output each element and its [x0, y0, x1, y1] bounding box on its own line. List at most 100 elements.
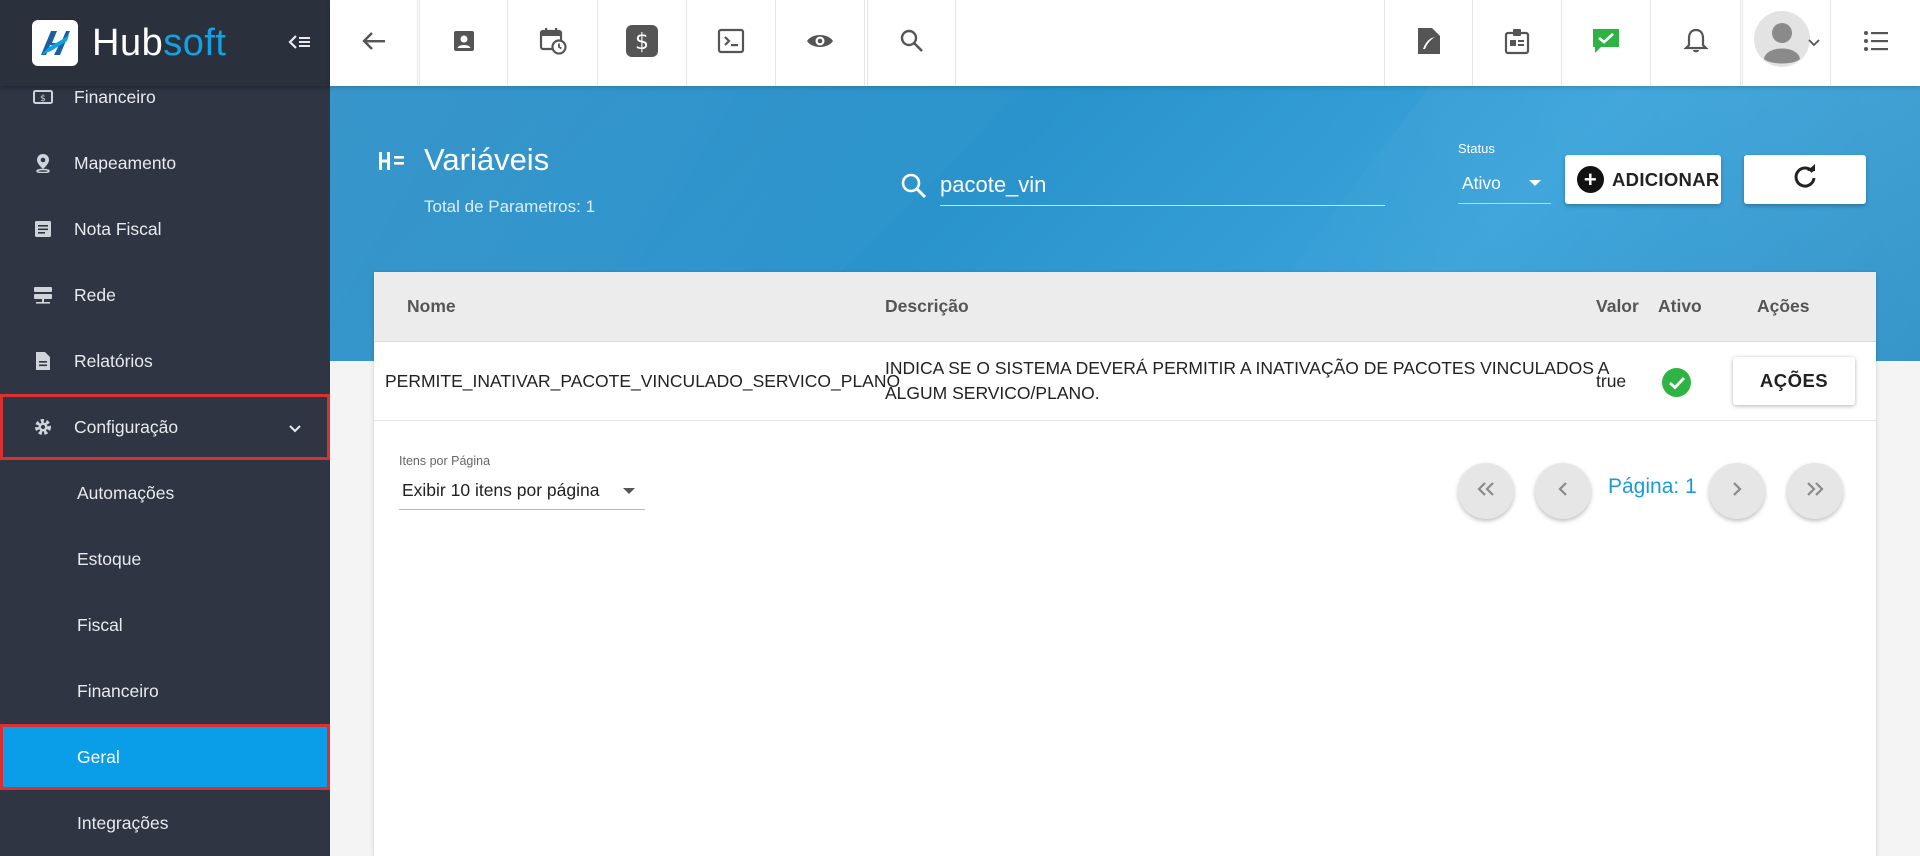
- chat-button[interactable]: [1562, 0, 1651, 86]
- current-page-label: Página: 1: [1608, 475, 1697, 498]
- search-field: [900, 164, 1385, 212]
- search-input[interactable]: [940, 164, 1385, 206]
- refresh-icon: [1792, 164, 1818, 195]
- document-icon: [32, 350, 54, 372]
- sidebar-subitem-financeiro[interactable]: Financeiro: [0, 658, 330, 724]
- sidebar-subitem-automacoes[interactable]: Automações: [0, 460, 330, 526]
- table-header: Nome Descrição Valor Ativo Ações: [374, 272, 1876, 342]
- contacts-button[interactable]: [419, 0, 508, 86]
- sidebar-item-relatorios[interactable]: Relatórios: [0, 328, 330, 394]
- sidebar-item-label: Rede: [74, 284, 116, 305]
- terminal-icon: [717, 28, 745, 59]
- menu-button[interactable]: [1831, 0, 1920, 86]
- receipt-icon: [32, 218, 54, 240]
- double-chevron-left-icon: [1475, 481, 1497, 502]
- sidebar-item-label: Financeiro: [74, 86, 156, 107]
- money-icon: $: [32, 86, 54, 108]
- sidebar-item-mapeamento[interactable]: Mapeamento: [0, 130, 330, 196]
- billing-button[interactable]: $: [598, 0, 687, 86]
- avatar: [1753, 10, 1812, 76]
- sidebar-subitem-geral[interactable]: Geral: [0, 724, 330, 790]
- sidebar-item-rede[interactable]: Rede: [0, 262, 330, 328]
- column-header-nome[interactable]: Nome: [407, 296, 456, 317]
- sidebar-menu: $ Financeiro Mapeamento Nota Fiscal Rede: [0, 64, 330, 856]
- gear-icon: [32, 416, 54, 438]
- variables-icon: [378, 150, 406, 178]
- sidebar-subitem-estoque[interactable]: Estoque: [0, 526, 330, 592]
- total-parameters: Total de Parametros: 1: [424, 197, 596, 216]
- collapse-sidebar-icon[interactable]: [286, 28, 314, 56]
- top-bar: $: [330, 0, 1920, 86]
- status-select[interactable]: Ativo: [1458, 164, 1551, 204]
- dollar-icon: $: [626, 24, 658, 62]
- items-per-page-select[interactable]: Exibir 10 itens por página: [399, 472, 645, 510]
- search-icon: [900, 172, 928, 205]
- sidebar-item-label: Relatórios: [74, 350, 153, 371]
- status-value: Ativo: [1462, 173, 1501, 193]
- sidebar-item-label: Configuração: [74, 416, 179, 437]
- items-per-page-value: Exibir 10 itens por página: [402, 480, 600, 500]
- page-title: Variáveis: [424, 142, 550, 177]
- add-button[interactable]: + ADICIONAR: [1565, 155, 1721, 204]
- cell-descricao-line: INDICA SE O SISTEMA DEVERÁ PERMITIR A IN…: [885, 358, 1610, 378]
- view-button[interactable]: [776, 0, 865, 86]
- contact-card-icon: [452, 29, 476, 58]
- chat-check-icon: [1591, 27, 1621, 60]
- eye-icon: [805, 31, 835, 56]
- hubsoft-logo: [32, 20, 78, 66]
- search-button[interactable]: [867, 0, 956, 86]
- prev-page-button[interactable]: [1535, 463, 1591, 519]
- list-menu-icon: [1863, 30, 1889, 57]
- cell-valor: true: [1596, 371, 1627, 391]
- calendar-clock-icon: [539, 27, 567, 60]
- user-menu-button[interactable]: [1742, 0, 1831, 86]
- sidebar-item-label: Mapeamento: [74, 152, 177, 173]
- active-check-icon: [1662, 368, 1691, 397]
- double-chevron-right-icon: [1804, 481, 1826, 502]
- actions-button[interactable]: AÇÕES: [1733, 357, 1855, 405]
- pdf-icon: [1417, 27, 1441, 60]
- sidebar-item-nota-fiscal[interactable]: Nota Fiscal: [0, 196, 330, 262]
- terminal-button[interactable]: [687, 0, 776, 86]
- first-page-button[interactable]: [1458, 463, 1514, 519]
- back-button[interactable]: [330, 0, 418, 86]
- arrow-left-icon: [361, 30, 387, 57]
- add-button-label: ADICIONAR: [1612, 168, 1720, 190]
- chevron-down-icon: [288, 418, 302, 439]
- column-header-acoes: Ações: [1757, 296, 1810, 316]
- bell-icon: [1682, 27, 1709, 60]
- sidebar-subitem-fiscal[interactable]: Fiscal: [0, 592, 330, 658]
- brand-name-part1: Hub: [92, 21, 164, 64]
- badge-button[interactable]: [1473, 0, 1562, 86]
- server-icon: [32, 284, 54, 306]
- last-page-button[interactable]: [1787, 463, 1843, 519]
- map-pin-icon: [32, 152, 54, 174]
- column-header-valor[interactable]: Valor: [1596, 296, 1639, 317]
- column-header-descricao[interactable]: Descrição: [885, 296, 969, 317]
- schedule-button[interactable]: [508, 0, 598, 86]
- brand-name: Hubsoft: [92, 22, 226, 65]
- chevron-down-icon: [1807, 34, 1820, 52]
- chevron-right-icon: [1731, 481, 1743, 502]
- svg-text:$: $: [635, 30, 649, 55]
- notifications-button[interactable]: [1651, 0, 1741, 86]
- sidebar-item-configuracao[interactable]: Configuração: [0, 394, 330, 460]
- chevron-left-icon: [1557, 481, 1569, 502]
- column-header-ativo[interactable]: Ativo: [1658, 296, 1702, 317]
- sidebar-subitem-label: Financeiro: [77, 680, 159, 701]
- sidebar-subitem-label: Integrações: [77, 812, 169, 833]
- sidebar-subitem-label: Automações: [77, 482, 175, 503]
- sidebar-subitem-integracoes[interactable]: Integrações: [0, 790, 330, 856]
- status-label: Status: [1458, 141, 1495, 156]
- sidebar-subitem-label: Fiscal: [77, 614, 123, 635]
- next-page-button[interactable]: [1709, 463, 1765, 519]
- dropdown-caret-icon: [623, 488, 635, 494]
- sidebar-subitem-label: Geral: [77, 746, 120, 767]
- sidebar-item-label: Nota Fiscal: [74, 218, 162, 239]
- sidebar-subitem-label: Estoque: [77, 548, 142, 569]
- sidebar: $ Financeiro Mapeamento Nota Fiscal Rede: [0, 0, 330, 856]
- items-per-page-label: Itens por Página: [399, 454, 491, 468]
- pdf-button[interactable]: [1384, 0, 1473, 86]
- refresh-button[interactable]: [1744, 155, 1866, 204]
- variables-table-card: Nome Descrição Valor Ativo Ações PERMITE…: [374, 272, 1876, 856]
